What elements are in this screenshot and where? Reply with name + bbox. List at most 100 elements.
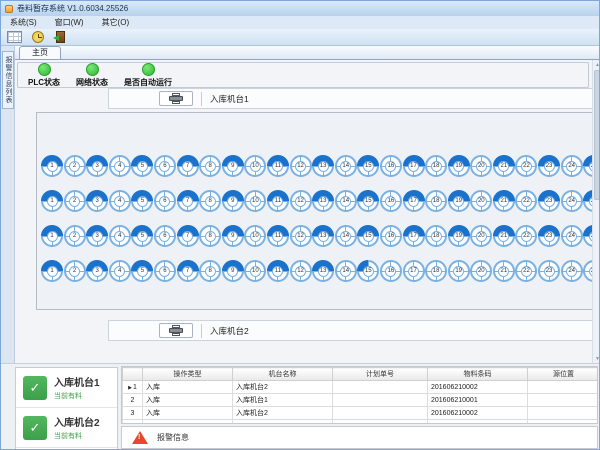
reel-slot-number: 9 bbox=[227, 266, 238, 277]
table-cell[interactable] bbox=[233, 420, 333, 425]
grid-body: ▶1入库入库机台2 201606210002 2入库入库机台1 20160621000… bbox=[123, 381, 599, 425]
reel-slot-icon: 8 bbox=[199, 190, 221, 212]
scroll-thumb[interactable] bbox=[594, 70, 600, 200]
table-row[interactable]: ▶1入库入库机台2 201606210002 bbox=[123, 381, 599, 394]
reel-slot-icon: 1 bbox=[41, 190, 63, 212]
reel-slot-number: 15 bbox=[363, 231, 374, 242]
row-header[interactable]: 2 bbox=[123, 394, 143, 407]
table-cell[interactable]: 入库机台2 bbox=[233, 381, 333, 394]
reel-slot-icon: 7 bbox=[177, 225, 199, 247]
menu-other[interactable]: 其它(O) bbox=[93, 16, 139, 29]
reel-slot-number: 9 bbox=[227, 196, 238, 207]
table-cell[interactable]: 入库 bbox=[143, 407, 233, 420]
grid-corner[interactable] bbox=[123, 368, 143, 381]
table-cell[interactable]: 201606210001 bbox=[428, 394, 528, 407]
reel-slot-number: 5 bbox=[137, 266, 148, 277]
reel-slot-icon: 11 bbox=[267, 225, 289, 247]
app-window: 卷料暂存系统 V1.0.6034.25526 系统(S) 窗口(W) 其它(O)… bbox=[0, 0, 600, 450]
machine1-title: 入库机台1 bbox=[210, 93, 249, 105]
grid-column-header-5[interactable]: 源位置 bbox=[528, 368, 599, 381]
auto-run-lamp bbox=[142, 63, 155, 76]
main-scrollbar[interactable]: ▲ ▼ bbox=[592, 60, 600, 363]
reel-slot-number: 8 bbox=[205, 196, 216, 207]
tab-home[interactable]: 主页 bbox=[19, 46, 61, 59]
reel-slot-number: 21 bbox=[498, 161, 509, 172]
row-header[interactable]: ▶1 bbox=[123, 381, 143, 394]
reel-slot-number: 14 bbox=[340, 231, 351, 242]
reel-slot-number: 14 bbox=[340, 161, 351, 172]
table-cell[interactable] bbox=[528, 420, 599, 425]
row-header[interactable]: 4 bbox=[123, 420, 143, 425]
reel-slot-number: 17 bbox=[408, 266, 419, 277]
reel-slot-icon: 9 bbox=[222, 225, 244, 247]
grid-column-header-2[interactable]: 机台名称 bbox=[233, 368, 333, 381]
reel-slot-icon: 21 bbox=[493, 155, 515, 177]
reel-slot-number: 6 bbox=[159, 161, 170, 172]
reel-slot-icon: 5 bbox=[131, 260, 153, 282]
reel-slot-number: 17 bbox=[408, 231, 419, 242]
table-row[interactable]: 2入库入库机台1 201606210001 bbox=[123, 394, 599, 407]
reel-slot-number: 24 bbox=[566, 266, 577, 277]
machine2-print-button[interactable] bbox=[159, 323, 193, 338]
table-cell[interactable]: 入库 bbox=[143, 394, 233, 407]
reel-slot-number: 7 bbox=[182, 231, 193, 242]
reel-slot-icon: 17 bbox=[403, 155, 425, 177]
reel-slot-icon: 23 bbox=[538, 225, 560, 247]
table-icon bbox=[7, 31, 22, 43]
reel-slot-icon: 12 bbox=[290, 225, 312, 247]
reel-slot-number: 20 bbox=[476, 196, 487, 207]
reel-slot-number: 7 bbox=[182, 196, 193, 207]
auto-run-label: 是否自动运行 bbox=[124, 77, 172, 88]
reel-slot-number: 12 bbox=[295, 231, 306, 242]
machine1-print-button[interactable] bbox=[159, 91, 193, 106]
reel-slot-number: 16 bbox=[385, 161, 396, 172]
table-cell[interactable] bbox=[143, 420, 233, 425]
reel-slot-icon: 19 bbox=[448, 190, 470, 212]
side-dock-tab[interactable]: 报警信息列表 bbox=[2, 51, 14, 109]
clock-button[interactable] bbox=[27, 30, 48, 45]
reel-slot-number: 4 bbox=[114, 266, 125, 277]
reel-slot-number: 24 bbox=[566, 161, 577, 172]
reel-slot-number: 4 bbox=[114, 196, 125, 207]
table-cell[interactable]: 入库 bbox=[143, 381, 233, 394]
reel-slot-number: 3 bbox=[92, 196, 103, 207]
reel-slot-number: 3 bbox=[92, 231, 103, 242]
table-cell[interactable] bbox=[528, 407, 599, 420]
table-cell[interactable]: 入库机台1 bbox=[233, 394, 333, 407]
row-header[interactable]: 3 bbox=[123, 407, 143, 420]
menu-window[interactable]: 窗口(W) bbox=[46, 16, 93, 29]
table-cell[interactable] bbox=[528, 381, 599, 394]
scroll-down-icon[interactable]: ▼ bbox=[593, 354, 600, 363]
reel-slot-number: 7 bbox=[182, 266, 193, 277]
scroll-up-icon[interactable]: ▲ bbox=[593, 60, 600, 69]
reel-slot-icon: 15 bbox=[357, 225, 379, 247]
current-row-arrow: ▶ bbox=[128, 385, 132, 391]
grid-column-header-3[interactable]: 计划单号 bbox=[333, 368, 428, 381]
table-cell[interactable] bbox=[528, 394, 599, 407]
reel-slot-icon: 13 bbox=[312, 260, 334, 282]
reel-slot-icon: 16 bbox=[380, 260, 402, 282]
table-cell[interactable]: 201606210002 bbox=[428, 381, 528, 394]
reel-slot-icon: 10 bbox=[244, 155, 266, 177]
reel-slot-icon: 4 bbox=[109, 225, 131, 247]
grid-column-header-1[interactable]: 操作类型 bbox=[143, 368, 233, 381]
exit-button[interactable] bbox=[50, 30, 71, 45]
table-cell[interactable] bbox=[428, 420, 528, 425]
reel-slot-icon: 22 bbox=[515, 225, 537, 247]
reel-slot-number: 12 bbox=[295, 266, 306, 277]
reel-slot-icon: 1 bbox=[41, 225, 63, 247]
reel-slot-number: 12 bbox=[295, 161, 306, 172]
table-cell[interactable] bbox=[333, 381, 428, 394]
table-cell[interactable]: 入库机台2 bbox=[233, 407, 333, 420]
table-cell[interactable] bbox=[333, 407, 428, 420]
reel-slot-icon: 23 bbox=[538, 260, 560, 282]
table-cell[interactable]: 201606210002 bbox=[428, 407, 528, 420]
grid-column-header-4[interactable]: 物料条码 bbox=[428, 368, 528, 381]
table-row-new[interactable]: 4 bbox=[123, 420, 599, 425]
menu-system[interactable]: 系统(S) bbox=[1, 16, 46, 29]
reel-slot-icon: 21 bbox=[493, 190, 515, 212]
table-cell[interactable] bbox=[333, 420, 428, 425]
table-row[interactable]: 3入库入库机台2 201606210002 bbox=[123, 407, 599, 420]
table-cell[interactable] bbox=[333, 394, 428, 407]
table-button[interactable] bbox=[4, 30, 25, 45]
